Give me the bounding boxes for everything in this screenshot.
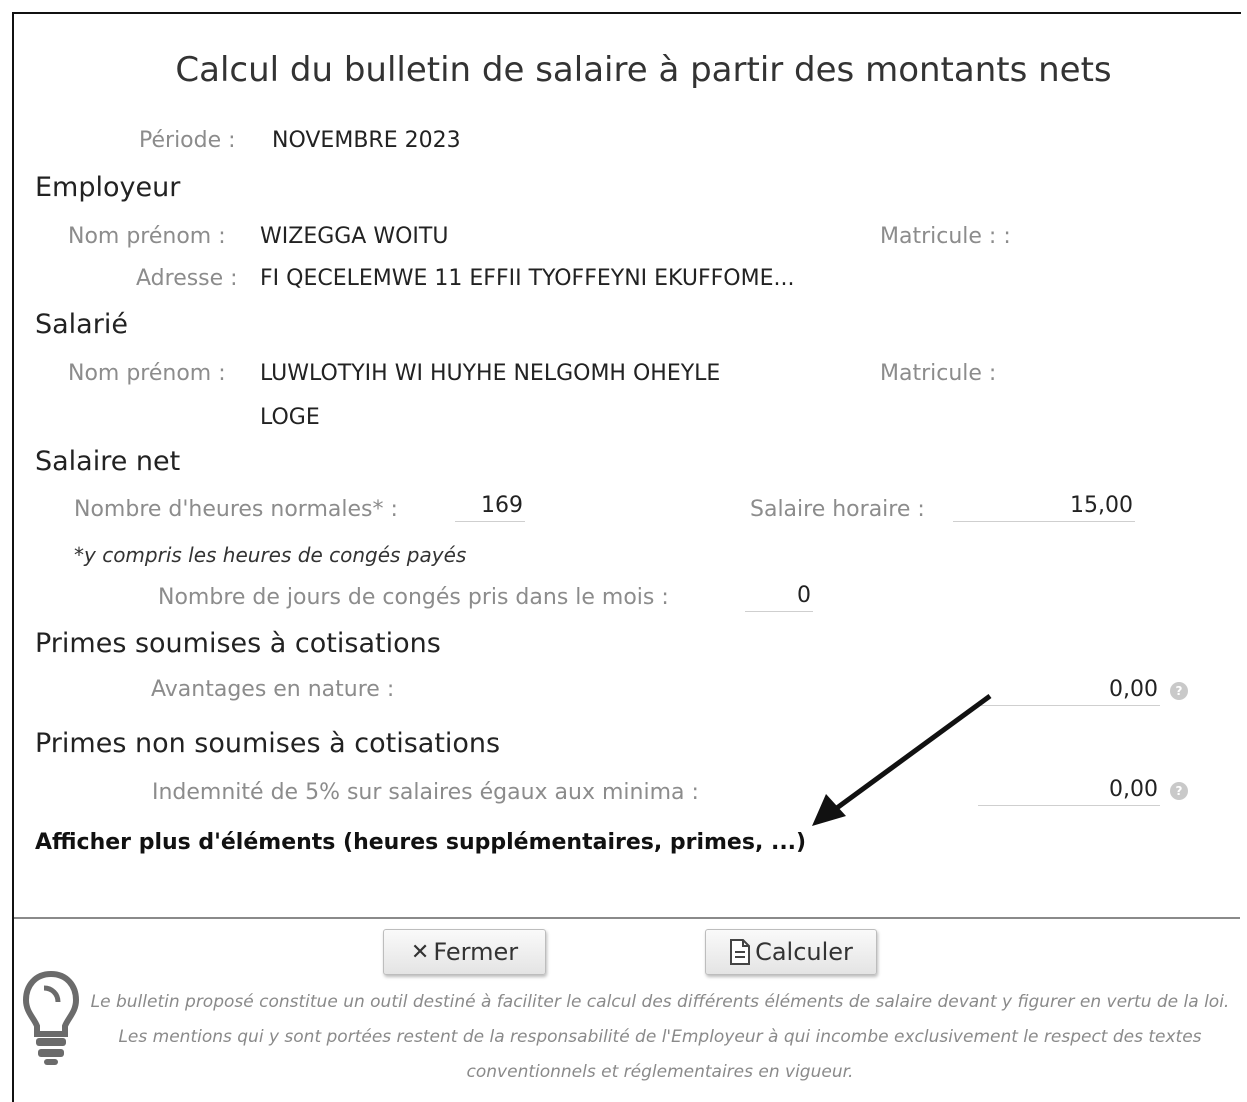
salarie-nom-label: Nom prénom :	[68, 361, 226, 386]
document-icon	[730, 939, 751, 965]
lightbulb-icon	[22, 970, 80, 1065]
dialog-title: Calcul du bulletin de salaire à partir d…	[175, 50, 1112, 90]
arrow-annotation-icon	[812, 693, 992, 826]
employeur-adresse-value: FI QECELEMWE 11 EFFII TYOFFEYNI EKUFFOME…	[260, 266, 795, 291]
fermer-button-label: Fermer	[433, 938, 519, 966]
section-salarie: Salarié	[35, 309, 128, 340]
indemnite-label: Indemnité de 5% sur salaires égaux aux m…	[152, 780, 699, 805]
calculer-button[interactable]: Calculer	[705, 929, 877, 975]
salarie-nom-value-line1: LUWLOTYIH WI HUYHE NELGOMH OHEYLE	[260, 361, 721, 386]
close-icon: ✕	[410, 939, 430, 965]
jours-conges-input[interactable]: 0	[745, 580, 813, 612]
info-icon[interactable]: ?	[1170, 682, 1188, 700]
show-more-link[interactable]: Afficher plus d'éléments (heures supplém…	[35, 830, 806, 855]
salarie-nom-value-line2: LOGE	[260, 405, 320, 430]
conges-payes-note: *y compris les heures de congés payés	[74, 543, 467, 567]
indemnite-input[interactable]: 0,00	[978, 774, 1160, 806]
avantages-nature-input[interactable]: 0,00	[978, 674, 1160, 706]
employeur-matricule-label: Matricule : :	[880, 224, 1011, 249]
jours-conges-label: Nombre de jours de congés pris dans le m…	[158, 585, 669, 610]
footer-divider	[14, 917, 1240, 919]
section-primes-soumises: Primes soumises à cotisations	[35, 628, 441, 659]
heures-normales-input[interactable]: 169	[455, 490, 525, 522]
employeur-nom-value: WIZEGGA WOITU	[260, 224, 449, 249]
heures-normales-label: Nombre d'heures normales* :	[74, 497, 398, 522]
section-primes-non-soumises: Primes non soumises à cotisations	[35, 728, 501, 759]
employeur-adresse-label: Adresse :	[136, 266, 238, 291]
section-employeur: Employeur	[35, 172, 181, 203]
salaire-horaire-input[interactable]: 15,00	[953, 490, 1135, 522]
employeur-nom-label: Nom prénom :	[68, 224, 226, 249]
fermer-button[interactable]: ✕ Fermer	[383, 929, 546, 975]
info-icon[interactable]: ?	[1170, 782, 1188, 800]
calculer-button-label: Calculer	[755, 938, 853, 966]
salaire-horaire-label: Salaire horaire :	[750, 497, 925, 522]
salarie-matricule-label: Matricule :	[880, 361, 997, 386]
periode-label: Période :	[139, 128, 236, 153]
periode-value: NOVEMBRE 2023	[272, 128, 461, 153]
section-salaire-net: Salaire net	[35, 446, 181, 477]
avantages-nature-label: Avantages en nature :	[151, 677, 395, 702]
disclaimer-text: Le bulletin proposé constitue un outil d…	[90, 992, 1230, 1082]
